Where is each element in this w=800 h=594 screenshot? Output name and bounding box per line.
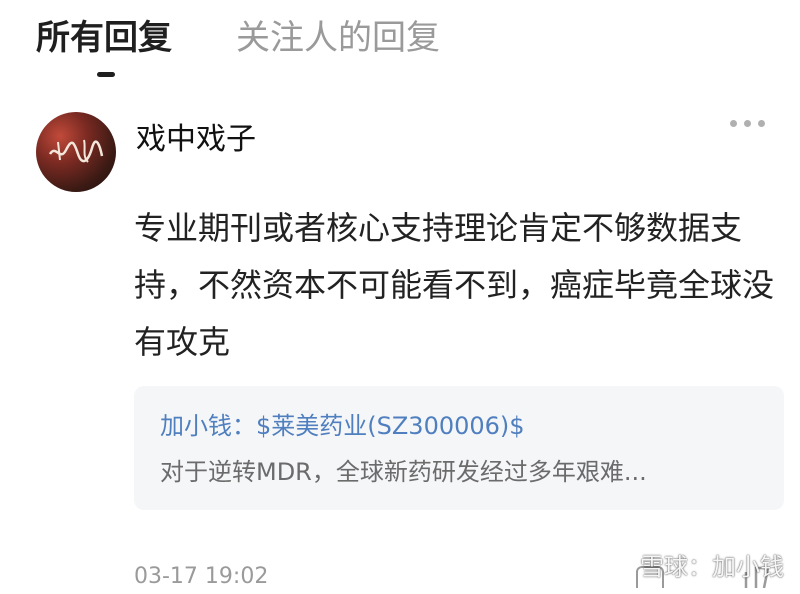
reply-content: 专业期刊或者核心支持理论肯定不够数据支持，不然资本不可能看不到，癌症毕竟全球没有… — [134, 209, 775, 361]
tab-following-replies[interactable]: 关注人的回复 — [236, 14, 440, 62]
quoted-author[interactable]: 加小钱： — [160, 412, 256, 440]
active-tab-indicator — [97, 72, 115, 77]
watermark-text: 雪球：加小钱 — [640, 553, 784, 581]
quoted-post-header: 加小钱：$莱美药业(SZ300006)$ — [160, 408, 525, 444]
xueqiu-logo-icon — [612, 560, 636, 577]
more-dots-icon[interactable] — [730, 120, 770, 132]
avatar[interactable] — [36, 112, 116, 192]
reply-tabs: 所有回复 关注人的回复 — [0, 0, 800, 90]
watermark: 雪球：加小钱 — [612, 550, 784, 584]
reply-timestamp: 03-17 19:02 — [134, 564, 269, 589]
tab-all-replies[interactable]: 所有回复 — [36, 14, 172, 62]
quoted-post-card[interactable]: 加小钱：$莱美药业(SZ300006)$ 对于逆转MDR，全球新药研发经过多年艰… — [134, 386, 784, 510]
quoted-post-excerpt: 对于逆转MDR，全球新药研发经过多年艰难... — [160, 458, 647, 486]
calligraphy-icon — [48, 139, 104, 163]
stock-link[interactable]: $莱美药业(SZ300006)$ — [256, 412, 525, 440]
reply-username[interactable]: 戏中戏子 — [136, 120, 256, 160]
